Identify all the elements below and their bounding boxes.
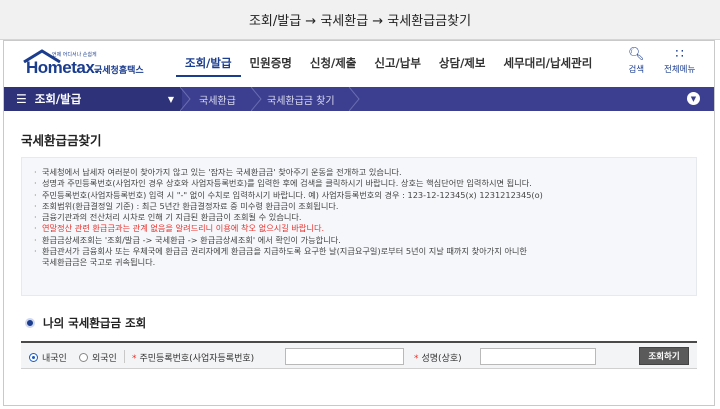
breadcrumb-arrow-icon <box>251 87 262 111</box>
notice-item: 주민등록번호(사업자등록번호) 입력 시 "-" 없이 수치로 입력하시기 바랍… <box>34 190 684 202</box>
radio-domestic[interactable]: 내국인 <box>29 351 67 364</box>
location-bar: ☰ 조회/발급 ▼ 국세환급 국세환급금 찾기 ▼ <box>4 87 714 111</box>
notice-item: 금융기관과의 전산처리 시차로 인해 기 지급된 환급금이 조회될 수 있습니다… <box>34 212 684 224</box>
refund-search-form: 내국인 외국인 * 주민등록번호(사업자등록번호) * 성명(상호) 조회하기 <box>21 341 697 369</box>
required-mark: * <box>414 354 419 364</box>
divider <box>124 350 125 363</box>
notice-item: 국세청에서 납세자 여러분이 찾아가지 않고 있는 '잠자는 국세환급금' 찾아… <box>34 167 684 179</box>
page-title: 국세환급금찾기 <box>21 133 102 148</box>
radio-domestic-label: 내국인 <box>42 354 67 364</box>
breadcrumb-arrow-icon <box>180 87 191 111</box>
notice-item: 성명과 주민등록번호(사업자인 경우 상호와 사업자등록번호)를 입력한 후에 … <box>34 178 684 190</box>
notice-item: 조회범위(환급결정일 기준) : 최근 5년간 환급결정자료 중 미수령 환급금… <box>34 201 684 213</box>
global-header: 언제 어디서나 손쉽게 Hometax. 국세청홈택스 조회/발급 민원증명 신… <box>4 41 714 87</box>
radio-on-icon <box>29 353 38 362</box>
hometax-logo[interactable]: 언제 어디서나 손쉽게 Hometax. 국세청홈택스 <box>22 49 157 79</box>
breadcrumb-arrow-icon <box>349 87 360 111</box>
caret-down-icon: ▼ <box>167 94 174 104</box>
hamburger-icon: ☰ <box>16 92 27 106</box>
all-menu-button[interactable]: ∷ 전체메뉴 <box>664 47 695 75</box>
page-caption: 조회/발급 → 국세환급 → 국세환급금찾기 <box>0 0 720 40</box>
section-title-text: 나의 국세환급금 조회 <box>43 316 147 330</box>
chevron-down-icon[interactable]: ▼ <box>687 92 700 105</box>
breadcrumb-find-refund[interactable]: 국세환급금 찾기 <box>267 87 335 111</box>
lnb-main-menu[interactable]: ☰ 조회/발급 ▼ <box>4 87 182 111</box>
breadcrumb-refund[interactable]: 국세환급 <box>199 87 236 111</box>
menu-apply-submit[interactable]: 신청/제출 <box>301 55 366 77</box>
menu-inquiry-issue[interactable]: 조회/발급 <box>176 55 241 77</box>
search-icon: 🔍︎ <box>628 47 645 62</box>
hometax-window: 언제 어디서나 손쉽게 Hometax. 국세청홈택스 조회/발급 민원증명 신… <box>3 40 715 406</box>
menu-certificates[interactable]: 민원증명 <box>241 55 301 77</box>
section-title: 나의 국세환급금 조회 <box>25 315 146 331</box>
logo-tagline: 언제 어디서나 손쉽게 <box>52 52 97 58</box>
radio-foreign[interactable]: 외국인 <box>79 351 117 364</box>
main-menu: 조회/발급 민원증명 신청/제출 신고/납부 상담/제보 세무대리/납세관리 <box>176 55 601 77</box>
id-label: * 주민등록번호(사업자등록번호) <box>132 351 254 364</box>
radio-off-icon <box>79 353 88 362</box>
search-button[interactable]: 🔍︎ 검색 <box>628 47 645 75</box>
radio-foreign-label: 외국인 <box>92 354 117 364</box>
notice-item: 환급금상세조회는 '조회/발급 -> 국세환급 -> 환급금상세조회' 에서 확… <box>34 235 684 247</box>
notice-item-continued: 국세환급금은 국고로 귀속됩니다. <box>42 257 156 268</box>
required-mark: * <box>132 354 137 364</box>
notice-box: 국세청에서 납세자 여러분이 찾아가지 않고 있는 '잠자는 국세환급금' 찾아… <box>21 157 697 296</box>
name-label: * 성명(상호) <box>414 351 462 364</box>
id-label-text: 주민등록번호(사업자등록번호) <box>139 354 255 364</box>
all-menu-label: 전체메뉴 <box>664 65 696 75</box>
notice-item-warning: 연말정산 관련 환급금과는 관계 없음을 알려드리니 이용에 착오 없으시길 바… <box>34 223 684 235</box>
caption-text: 조회/발급 → 국세환급 → 국세환급금찾기 <box>248 14 472 29</box>
name-label-text: 성명(상호) <box>421 354 462 364</box>
logo-wordmark: Hometax. <box>26 58 99 78</box>
menu-tax-agent[interactable]: 세무대리/납세관리 <box>494 55 601 77</box>
resident-number-input[interactable] <box>285 348 404 365</box>
search-label: 검색 <box>628 65 645 75</box>
search-submit-button[interactable]: 조회하기 <box>639 347 689 365</box>
grid-icon: ∷ <box>675 47 684 62</box>
notice-item: 환급관서가 금융회사 또는 우체국에 환급금 권리자에게 환급금을 지급하도록 … <box>34 246 684 258</box>
name-input[interactable] <box>480 348 596 365</box>
logo-main: Hometax <box>26 58 95 77</box>
menu-report-pay[interactable]: 신고/납부 <box>365 55 430 77</box>
menu-consult-report[interactable]: 상담/제보 <box>430 55 495 77</box>
logo-korean-name: 국세청홈택스 <box>94 66 144 76</box>
section-bullet-icon <box>25 318 35 328</box>
lnb-main-label: 조회/발급 <box>34 92 82 106</box>
